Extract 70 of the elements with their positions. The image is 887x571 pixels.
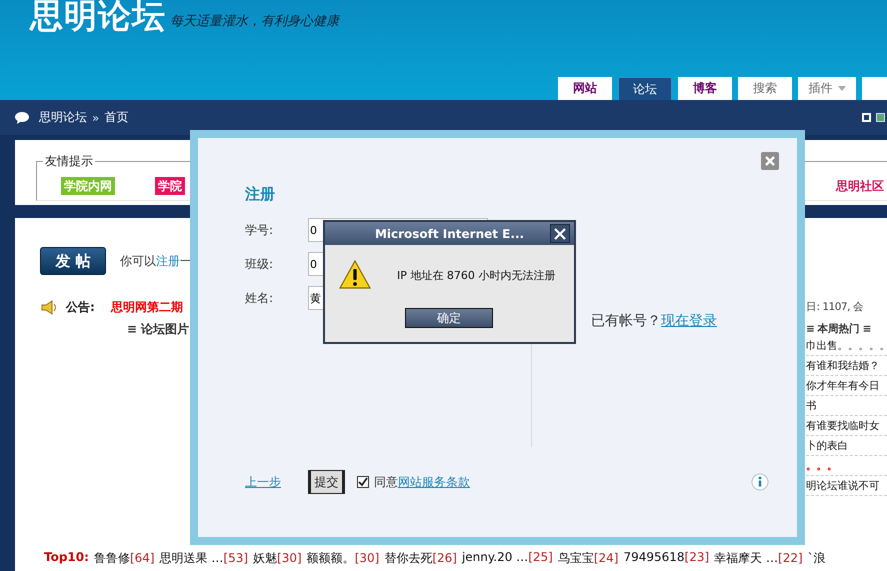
user-link[interactable]: 鲁鲁修: [94, 551, 130, 565]
register-link[interactable]: 注册: [156, 254, 180, 268]
notice-legend: 友情提示: [43, 154, 95, 168]
terms-link[interactable]: 网站服务条款: [398, 474, 470, 490]
post-button[interactable]: 发 帖: [40, 247, 106, 275]
topic-link[interactable]: 书: [806, 398, 816, 412]
post-count: [25]: [528, 550, 553, 564]
nav-tab[interactable]: 博客: [678, 77, 732, 100]
breadcrumb-link[interactable]: 思明论坛: [39, 109, 87, 126]
topic-link[interactable]: 你才年年有今日: [806, 378, 880, 392]
breadcrumb-separator: »: [92, 110, 100, 124]
section-title: ≡ 论坛图片: [127, 322, 190, 336]
close-icon: [765, 156, 775, 166]
topic-link[interactable]: 卜的表白: [806, 438, 848, 452]
topic-link[interactable]: 有谁和我结婚？: [806, 358, 880, 372]
notice-link[interactable]: 思明社区: [836, 178, 887, 194]
field-label: 学号:: [245, 222, 274, 238]
login-link[interactable]: 现在登录: [661, 312, 717, 330]
breadcrumb-current: 首页: [104, 109, 128, 126]
forum-stats: 日: 1107, 会: [806, 300, 864, 314]
topic-link[interactable]: 明论坛谁说不可: [806, 478, 880, 492]
field-label: 姓名:: [245, 290, 274, 306]
post-count: [64]: [130, 551, 155, 565]
speaker-icon: [41, 300, 58, 314]
caret-icon: [838, 86, 846, 91]
alert-title: Microsoft Internet E...: [374, 226, 524, 240]
back-link[interactable]: 上一步: [245, 474, 281, 490]
top10-label: Top10:: [44, 550, 89, 566]
dialog-title: 注册: [245, 184, 276, 204]
topic-link[interactable]: 巾出售。。。。。: [806, 338, 887, 352]
user-link[interactable]: 替你去死: [384, 551, 432, 565]
topic-link[interactable]: 有谁要找临时女: [806, 418, 880, 432]
announcement-label: 公告:: [66, 298, 95, 316]
user-link[interactable]: 幸福摩天 …: [714, 551, 778, 565]
ok-button[interactable]: 确定: [405, 308, 493, 328]
user-link[interactable]: 鸟宝宝: [558, 551, 594, 565]
post-count: [26]: [432, 551, 457, 565]
section-title: ≡ 本周热门 ≡: [806, 322, 872, 336]
post-count: [23]: [684, 550, 710, 564]
user-link[interactable]: 79495618: [623, 550, 685, 564]
info-icon: [751, 473, 769, 491]
topic-link[interactable]: 。。。: [806, 458, 838, 472]
post-count: [24]: [594, 551, 618, 565]
user-link[interactable]: `浪: [808, 551, 826, 565]
chat-bubble-icon: [15, 112, 29, 124]
post-count: [30]: [354, 551, 380, 565]
nav-tab[interactable]: 论坛: [618, 77, 672, 100]
warning-icon: [339, 260, 371, 290]
user-link[interactable]: 妖魅: [253, 551, 278, 565]
announcement-link[interactable]: 思明网第二期: [110, 298, 183, 316]
user-link[interactable]: 思明送果 …: [160, 551, 224, 565]
nav-tab[interactable]: 插件: [798, 77, 856, 100]
post-count: [53]: [223, 551, 248, 565]
notice-link[interactable]: 学院: [155, 177, 185, 195]
login-prompt: 已有帐号？: [591, 312, 661, 330]
field-label: 班级:: [245, 256, 274, 272]
post-count: [22]: [778, 551, 803, 565]
close-icon: [554, 228, 566, 240]
alert-message: IP 地址在 8760 小时内无法注册: [397, 268, 556, 282]
user-link[interactable]: jenny.20 …: [462, 550, 528, 564]
nav-tab[interactable]: 搜索: [738, 77, 792, 100]
slogan: 每天适量灌水，有利身心健康: [170, 13, 339, 30]
submit-button[interactable]: 提交: [308, 470, 345, 494]
user-link[interactable]: 额额额。: [306, 551, 355, 565]
nav-tab[interactable]: 网站: [558, 77, 612, 100]
logo-text: 思明论坛: [30, 0, 166, 36]
agree-label: 同意: [374, 474, 398, 490]
post-count: [30]: [277, 551, 302, 565]
close-button[interactable]: [550, 224, 570, 243]
agree-checkbox[interactable]: [357, 476, 369, 488]
